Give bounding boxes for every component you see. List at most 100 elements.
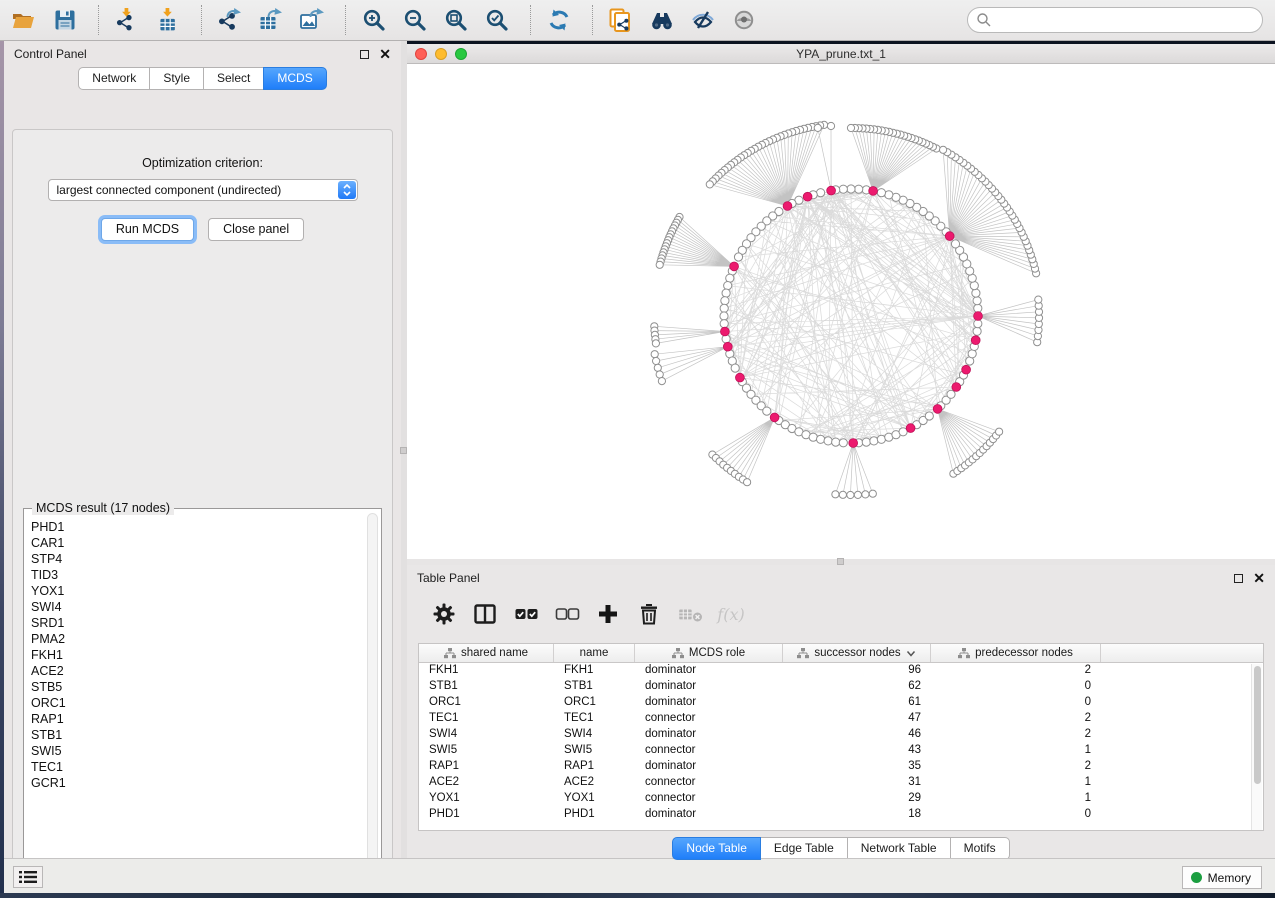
mcds-result-item[interactable]: PMA2 <box>31 631 368 647</box>
add-column-icon[interactable] <box>595 601 621 627</box>
float-window-icon[interactable] <box>1234 574 1243 583</box>
table-cell: TEC1 <box>554 711 635 727</box>
table-row[interactable]: FKH1FKH1dominator962 <box>419 663 1263 679</box>
zoom-out-icon[interactable] <box>401 6 429 34</box>
tab-edge-table[interactable]: Edge Table <box>760 837 848 860</box>
table-cell: 1 <box>931 743 1101 759</box>
mcds-result-list[interactable]: PHD1CAR1STP4TID3YOX1SWI4SRD1PMA2FKH1ACE2… <box>24 515 368 875</box>
network-window-titlebar[interactable]: YPA_prune.txt_1 <box>407 44 1275 64</box>
gear-icon[interactable] <box>431 601 457 627</box>
zoom-selected-icon[interactable] <box>483 6 511 34</box>
mcds-result-item[interactable]: GCR1 <box>31 775 368 791</box>
tab-network-table[interactable]: Network Table <box>847 837 951 860</box>
table-row[interactable]: YOX1YOX1connector291 <box>419 791 1263 807</box>
delete-column-icon[interactable] <box>636 601 662 627</box>
column-header-successor-nodes[interactable]: successor nodes <box>783 644 931 662</box>
refresh-icon[interactable] <box>545 6 573 34</box>
mcds-result-item[interactable]: YOX1 <box>31 583 368 599</box>
mcds-result-item[interactable]: CAR1 <box>31 535 368 551</box>
network-graph[interactable] <box>407 64 1275 559</box>
list-icon <box>19 870 37 884</box>
column-header-MCDS-role[interactable]: MCDS role <box>635 644 783 662</box>
toolbar-separator <box>530 5 531 35</box>
export-image-icon[interactable] <box>298 6 326 34</box>
mcds-result-item[interactable]: SWI4 <box>31 599 368 615</box>
tab-select[interactable]: Select <box>203 67 264 90</box>
export-table-icon[interactable] <box>257 6 285 34</box>
mcds-result-item[interactable]: SWI5 <box>31 743 368 759</box>
import-table-icon[interactable] <box>154 6 182 34</box>
hide-selected-icon[interactable] <box>689 6 717 34</box>
mcds-result-item[interactable]: ORC1 <box>31 695 368 711</box>
table-row[interactable]: SWI4SWI4dominator462 <box>419 727 1263 743</box>
table-cell: dominator <box>635 807 783 823</box>
table-row[interactable]: ORC1ORC1dominator610 <box>419 695 1263 711</box>
search-input[interactable] <box>967 7 1263 33</box>
table-row[interactable]: TEC1TEC1connector472 <box>419 711 1263 727</box>
mcds-result-item[interactable]: STB5 <box>31 679 368 695</box>
dropdown-stepper-icon <box>338 181 356 199</box>
zoom-in-icon[interactable] <box>360 6 388 34</box>
float-window-icon[interactable] <box>360 50 369 59</box>
table-cell: 35 <box>783 759 931 775</box>
status-bar: Memory <box>4 858 1275 893</box>
mcds-result-item[interactable]: RAP1 <box>31 711 368 727</box>
close-panel-icon[interactable]: ✕ <box>379 50 391 59</box>
tab-mcds[interactable]: MCDS <box>263 67 326 90</box>
table-scrollbar[interactable] <box>1251 664 1262 830</box>
mcds-result-item[interactable]: STP4 <box>31 551 368 567</box>
import-network-icon[interactable] <box>113 6 141 34</box>
table-cell: 0 <box>931 695 1101 711</box>
table-cell: dominator <box>635 663 783 679</box>
tab-style[interactable]: Style <box>149 67 204 90</box>
column-header-predecessor-nodes[interactable]: predecessor nodes <box>931 644 1101 662</box>
criterion-dropdown[interactable]: largest connected component (undirected) <box>48 179 358 201</box>
network-from-file-icon[interactable] <box>607 6 635 34</box>
network-canvas[interactable] <box>407 64 1275 559</box>
tab-node-table[interactable]: Node Table <box>672 837 761 860</box>
open-file-icon[interactable] <box>10 6 38 34</box>
network-window-title: YPA_prune.txt_1 <box>407 47 1275 61</box>
mcds-result-item[interactable]: TEC1 <box>31 759 368 775</box>
binoculars-icon[interactable] <box>648 6 676 34</box>
table-row[interactable]: ACE2ACE2connector311 <box>419 775 1263 791</box>
table-cell: 18 <box>783 807 931 823</box>
node-table-header: shared namenameMCDS rolesuccessor nodesp… <box>419 644 1263 663</box>
table-panel-tabs: Node TableEdge TableNetwork TableMotifs <box>407 837 1275 860</box>
run-mcds-button[interactable]: Run MCDS <box>101 218 194 241</box>
table-cell: FKH1 <box>419 663 554 679</box>
table-row[interactable]: PHD1PHD1dominator180 <box>419 807 1263 823</box>
select-all-checkboxes-icon[interactable] <box>513 601 539 627</box>
tab-motifs[interactable]: Motifs <box>950 837 1010 860</box>
toolbar-separator <box>345 5 346 35</box>
mcds-result-item[interactable]: ACE2 <box>31 663 368 679</box>
zoom-fit-icon[interactable] <box>442 6 470 34</box>
table-cell: SWI5 <box>419 743 554 759</box>
show-hidden-icon[interactable] <box>730 6 758 34</box>
close-panel-button[interactable]: Close panel <box>208 218 304 241</box>
deselect-all-checkboxes-icon[interactable] <box>554 601 580 627</box>
mcds-result-item[interactable]: TID3 <box>31 567 368 583</box>
table-row[interactable]: RAP1RAP1dominator352 <box>419 759 1263 775</box>
mcds-result-item[interactable]: STB1 <box>31 727 368 743</box>
table-row[interactable]: SWI5SWI5connector431 <box>419 743 1263 759</box>
mcds-result-item[interactable]: SRD1 <box>31 615 368 631</box>
table-cell: 0 <box>931 807 1101 823</box>
column-header-shared-name[interactable]: shared name <box>419 644 554 662</box>
tab-network[interactable]: Network <box>78 67 150 90</box>
table-cell: PHD1 <box>554 807 635 823</box>
table-row[interactable]: STB1STB1dominator620 <box>419 679 1263 695</box>
table-cell: SWI4 <box>554 727 635 743</box>
table-cell: 2 <box>931 711 1101 727</box>
export-network-icon[interactable] <box>216 6 244 34</box>
task-history-button[interactable] <box>13 866 43 888</box>
result-scrollbar[interactable] <box>367 513 378 870</box>
save-session-icon[interactable] <box>51 6 79 34</box>
column-view-icon[interactable] <box>472 601 498 627</box>
close-panel-icon[interactable]: ✕ <box>1253 574 1265 583</box>
column-header-name[interactable]: name <box>554 644 635 662</box>
memory-button[interactable]: Memory <box>1182 866 1262 889</box>
mcds-result-item[interactable]: PHD1 <box>31 519 368 535</box>
mcds-result-item[interactable]: FKH1 <box>31 647 368 663</box>
desktop-background <box>0 893 1275 898</box>
